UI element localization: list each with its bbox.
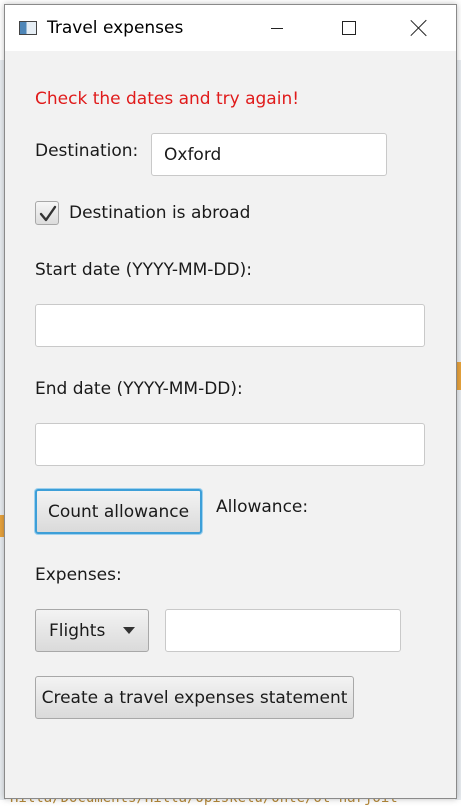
- end-date-input[interactable]: [35, 423, 425, 466]
- window-title: Travel expenses: [47, 18, 184, 38]
- chevron-down-icon: [123, 627, 135, 634]
- expense-type-dropdown[interactable]: Flights: [35, 609, 149, 652]
- close-button[interactable]: [387, 5, 451, 51]
- start-date-input[interactable]: [35, 304, 425, 347]
- expense-amount-input[interactable]: [165, 609, 401, 652]
- minimize-icon: [271, 27, 283, 29]
- error-message: Check the dates and try again!: [35, 89, 300, 109]
- expense-type-selected: Flights: [49, 620, 106, 641]
- app-icon: [19, 21, 37, 35]
- abroad-checkbox-row[interactable]: Destination is abroad: [35, 201, 250, 225]
- abroad-checkbox-label: Destination is abroad: [69, 203, 251, 223]
- end-date-label: End date (YYYY-MM-DD):: [35, 379, 243, 399]
- start-date-label: Start date (YYYY-MM-DD):: [35, 260, 252, 280]
- destination-input[interactable]: Oxford: [151, 133, 387, 176]
- destination-label: Destination:: [35, 141, 139, 161]
- close-icon: [410, 19, 428, 37]
- maximize-icon: [342, 21, 356, 35]
- count-allowance-button[interactable]: Count allowance: [35, 489, 202, 534]
- minimize-button[interactable]: [245, 5, 309, 51]
- title-bar[interactable]: Travel expenses: [5, 5, 456, 51]
- checkmark-icon: [39, 205, 57, 222]
- abroad-checkbox[interactable]: [35, 201, 59, 225]
- create-statement-button[interactable]: Create a travel expenses statement: [35, 676, 354, 719]
- allowance-label: Allowance:: [216, 497, 309, 517]
- maximize-button[interactable]: [317, 5, 381, 51]
- travel-expenses-window: Travel expenses Check the dates and try …: [4, 4, 457, 799]
- expenses-label: Expenses:: [35, 565, 122, 585]
- form-content: Check the dates and try again! Destinati…: [5, 51, 456, 798]
